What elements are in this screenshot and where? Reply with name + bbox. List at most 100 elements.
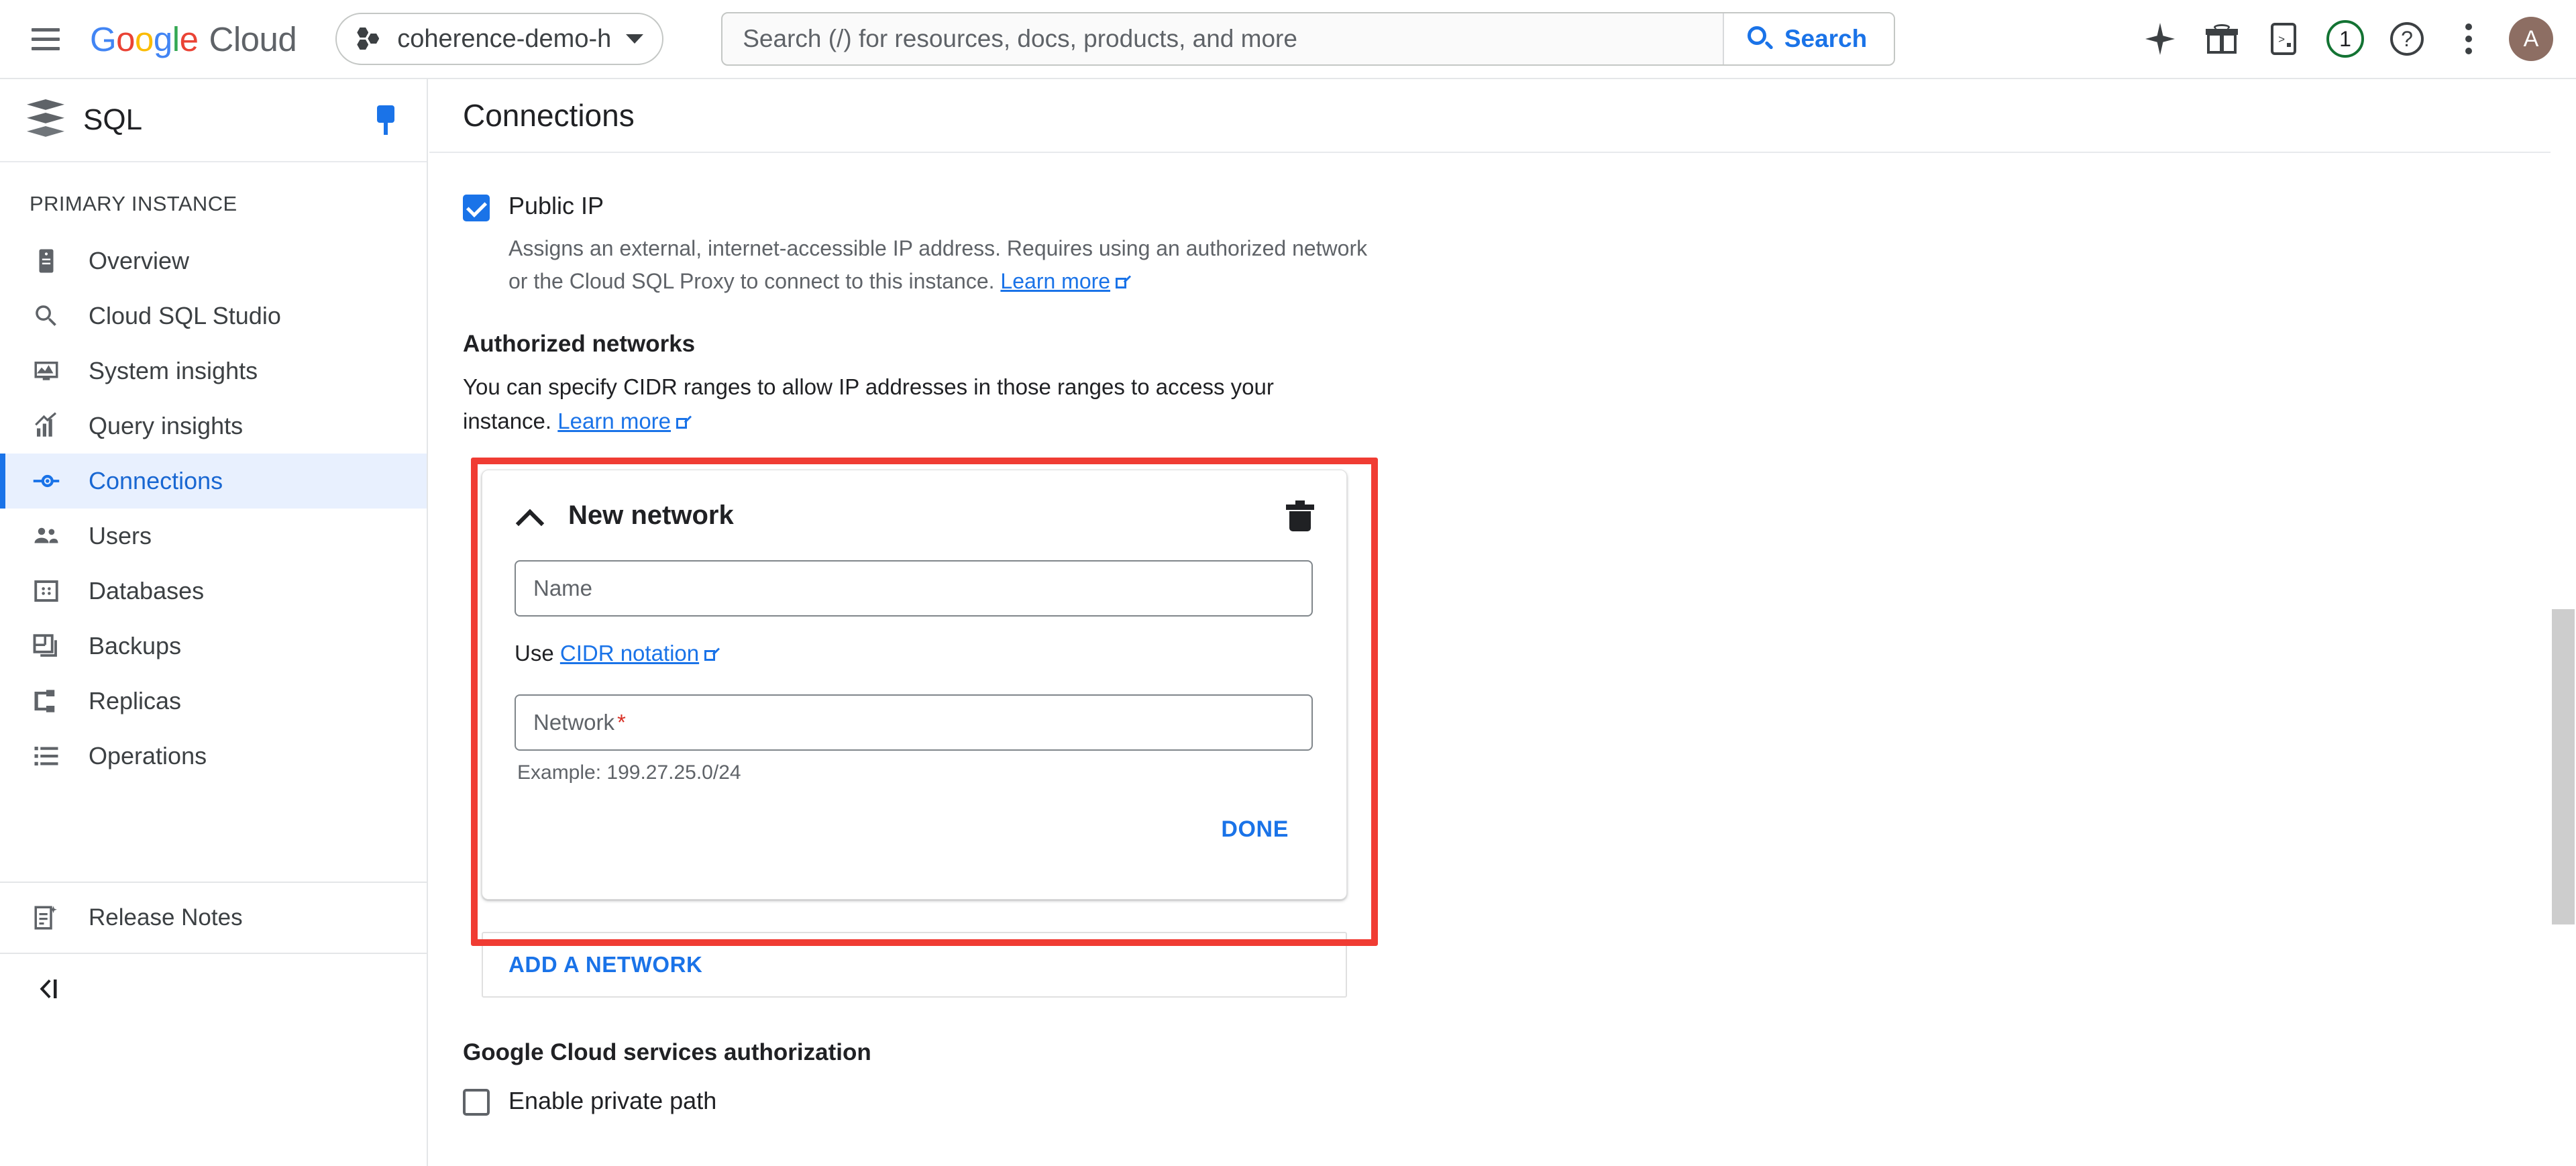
page-title: Connections [463, 98, 635, 133]
sidebar-item-label: Release Notes [89, 904, 243, 931]
sidebar-item-label: Cloud SQL Studio [89, 302, 281, 329]
hamburger-menu-icon[interactable] [27, 20, 64, 58]
project-name: coherence-demo-h [397, 24, 612, 53]
enable-private-path-row: Enable private path [463, 1086, 2576, 1116]
backups-icon [32, 632, 60, 660]
enable-private-path-label: Enable private path [508, 1086, 717, 1114]
cidr-notation-link[interactable]: CIDR notation [560, 641, 699, 666]
release-notes-icon [32, 904, 60, 932]
new-network-actions: DONE [515, 816, 1289, 843]
help-icon[interactable]: ? [2376, 8, 2438, 70]
notification-count: 1 [2326, 20, 2364, 58]
enable-private-path-checkbox[interactable] [463, 1088, 490, 1116]
public-ip-description: Assigns an external, internet-accessible… [508, 232, 1381, 297]
public-ip-learn-more-link[interactable]: Learn more [1000, 269, 1110, 293]
sidebar-item-release-notes[interactable]: Release Notes [0, 883, 427, 953]
search-bar[interactable]: Search [721, 12, 1896, 66]
google-cloud-logo[interactable]: Google Cloud [90, 19, 297, 59]
search-icon [1747, 25, 1774, 52]
new-network-card-header: New network [515, 500, 1314, 532]
replicas-icon [32, 687, 60, 715]
sidebar-item-users[interactable]: Users [0, 509, 427, 564]
instance-icon [32, 247, 60, 275]
network-example-hint: Example: 199.27.25.0/24 [517, 761, 741, 784]
cidr-prefix-text: Use [515, 640, 554, 666]
sidebar-item-connections[interactable]: Connections [0, 454, 427, 509]
page-scrollbar[interactable] [2551, 79, 2576, 1166]
search-button[interactable]: Search [1722, 13, 1894, 64]
sidebar-item-query-insights[interactable]: Query insights [0, 399, 427, 454]
new-network-card: New network Name Use CIDR notation Netwo… [482, 469, 1347, 900]
sidebar-header: SQL [0, 79, 427, 162]
sidebar-item-databases[interactable]: Databases [0, 564, 427, 619]
more-options-icon[interactable] [2438, 8, 2500, 70]
sidebar-item-label: Databases [89, 577, 205, 604]
sidebar-item-label: Users [89, 522, 152, 549]
databases-icon [32, 577, 60, 605]
authorized-networks-title: Authorized networks [463, 331, 696, 358]
sidebar-item-overview[interactable]: Overview [0, 233, 427, 288]
chevron-up-icon[interactable] [515, 500, 547, 532]
public-ip-checkbox[interactable] [463, 195, 490, 221]
cloud-shell-icon[interactable]: > [2253, 8, 2314, 70]
required-marker: * [617, 709, 626, 735]
main-content: Connections Public IP Assigns an externa… [429, 79, 2576, 1166]
external-link-icon [704, 647, 719, 662]
product-title: SQL [83, 103, 143, 136]
external-link-icon [676, 415, 691, 430]
sidebar-item-operations[interactable]: Operations [0, 729, 427, 784]
new-network-section: New network Name Use CIDR notation Netwo… [463, 457, 1383, 946]
gemini-spark-icon[interactable] [2129, 8, 2191, 70]
pin-icon[interactable] [374, 105, 397, 135]
connections-form: Public IP Assigns an external, internet-… [429, 153, 2576, 1116]
trash-icon[interactable] [1286, 500, 1314, 532]
header-icon-group: > 1 ? A [2129, 8, 2576, 70]
sidebar-footer: Release Notes [0, 847, 427, 1024]
project-selector[interactable]: coherence-demo-h [335, 13, 664, 65]
authorized-networks-description: You can specify CIDR ranges to allow IP … [463, 370, 1288, 438]
add-a-network-button[interactable]: ADD A NETWORK [482, 931, 1347, 998]
public-ip-row: Public IP [463, 192, 2576, 221]
sidebar-item-system-insights[interactable]: System insights [0, 343, 427, 399]
scrollbar-thumb[interactable] [2552, 609, 2575, 924]
avatar[interactable]: A [2509, 17, 2553, 61]
monitor-insights-icon [32, 357, 60, 385]
operations-icon [32, 742, 60, 770]
sidebar-item-cloud-sql-studio[interactable]: Cloud SQL Studio [0, 288, 427, 343]
network-name-input[interactable]: Name [515, 560, 1313, 617]
cloud-sql-logo-icon [27, 99, 64, 141]
public-ip-description-text: Assigns an external, internet-accessible… [508, 236, 1368, 293]
add-a-network-label: ADD A NETWORK [508, 951, 703, 977]
done-button[interactable]: DONE [1221, 816, 1289, 843]
new-network-title: New network [568, 500, 734, 531]
search-input[interactable] [722, 13, 1723, 64]
query-insights-icon [32, 412, 60, 440]
sidebar-item-label: System insights [89, 357, 258, 384]
card-spacer [515, 843, 1314, 875]
project-hex-icon [357, 28, 380, 50]
users-icon [32, 522, 60, 550]
collapse-panel-icon[interactable] [0, 954, 427, 1024]
public-ip-label: Public IP [508, 192, 604, 219]
network-cidr-input[interactable]: Network * [515, 694, 1313, 751]
cloud-wordmark: Cloud [209, 19, 297, 58]
authorized-networks-learn-more-link[interactable]: Learn more [557, 409, 671, 433]
search-icon [32, 302, 60, 330]
search-button-label: Search [1784, 25, 1868, 52]
sidebar-item-backups[interactable]: Backups [0, 619, 427, 674]
gift-icon[interactable] [2191, 8, 2253, 70]
network-cidr-placeholder: Network [533, 709, 615, 735]
sidebar-item-label: Operations [89, 742, 207, 770]
top-header: Google Cloud coherence-demo-h Search > 1 [0, 0, 2576, 79]
sidebar-item-label: Connections [89, 467, 223, 494]
notifications-badge[interactable]: 1 [2314, 8, 2376, 70]
external-link-icon [1116, 275, 1130, 290]
cidr-notation-row: Use CIDR notation [515, 641, 1314, 666]
sidebar-item-label: Backups [89, 632, 182, 659]
page-header: Connections [429, 79, 2576, 153]
sidebar-item-label: Overview [89, 247, 190, 274]
network-name-placeholder: Name [533, 575, 593, 600]
sidebar-item-replicas[interactable]: Replicas [0, 674, 427, 729]
chevron-down-icon [626, 34, 644, 44]
sidebar-section-label: PRIMARY INSTANCE [30, 192, 237, 215]
